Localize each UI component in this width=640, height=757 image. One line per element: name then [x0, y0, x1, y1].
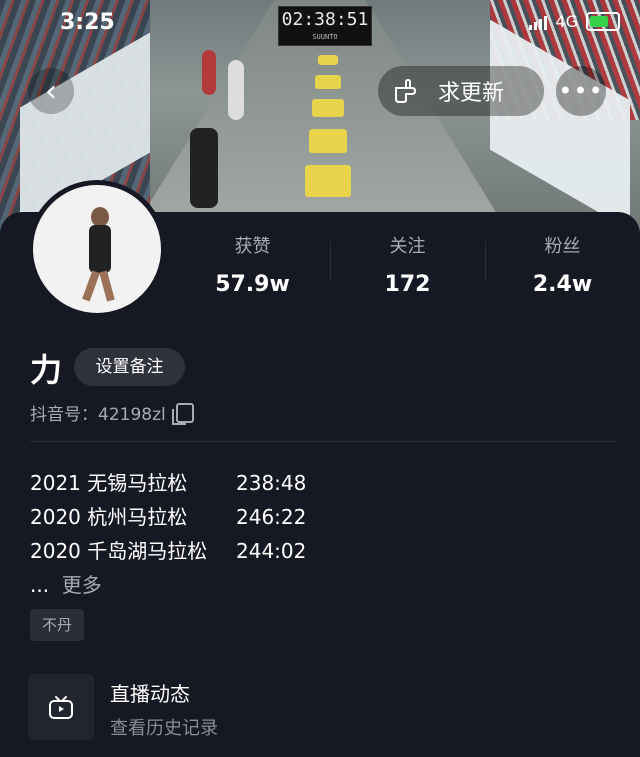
stat-label: 粉丝 — [544, 236, 581, 257]
tv-icon — [49, 696, 73, 719]
more-dots-icon: ••• — [558, 77, 604, 105]
douyin-id: 抖音号：42198zl — [30, 400, 194, 425]
battery-icon — [586, 12, 620, 31]
douyin-id-value: 42198zl — [98, 405, 166, 425]
set-remark-button[interactable]: 设置备注 — [74, 348, 185, 386]
chevron-left-icon: ‹ — [45, 73, 57, 109]
stat-label: 获赞 — [234, 236, 271, 257]
stat-value: 57.9w — [215, 272, 290, 297]
bio-line: 2020 杭州马拉松 246:22 — [30, 500, 306, 534]
copy-icon[interactable] — [171, 402, 194, 425]
live-activity-card[interactable]: 直播动态 查看历史记录 — [28, 674, 618, 740]
network-type: 4G — [555, 12, 578, 31]
douyin-id-label: 抖音号： — [30, 405, 98, 425]
status-indicators: 4G — [529, 12, 620, 31]
bio-time: 246:22 — [236, 505, 307, 529]
stat-value: 2.4w — [532, 272, 593, 297]
profile-stats: 获赞 57.9w 关注 172 粉丝 2.4w — [175, 232, 640, 297]
live-icon-box — [28, 674, 94, 740]
pointing-hand-icon — [395, 78, 417, 103]
stat-label: 关注 — [389, 236, 426, 257]
bio-more-link[interactable]: 更多 — [62, 568, 102, 602]
bio-ellipsis: ... — [30, 573, 50, 597]
bio-more-row[interactable]: ... 更多 — [30, 568, 306, 602]
more-options-button[interactable]: ••• — [556, 66, 606, 116]
bio-race: 2021 无锡马拉松 — [30, 471, 188, 495]
divider — [30, 441, 616, 442]
request-update-button[interactable]: 求更新 — [378, 66, 544, 116]
profile-bio: 2021 无锡马拉松 238:48 2020 杭州马拉松 246:22 2020… — [30, 466, 306, 602]
bio-time: 244:02 — [236, 539, 307, 563]
stat-value: 172 — [384, 272, 431, 297]
back-button[interactable]: ‹ — [28, 68, 74, 114]
bio-time: 238:48 — [236, 471, 307, 495]
status-time: 3:25 — [60, 10, 115, 35]
bio-race: 2020 千岛湖马拉松 — [30, 539, 208, 563]
profile-tag[interactable]: 不丹 — [30, 609, 84, 641]
signal-icon — [529, 14, 548, 30]
profile-name: 力 — [30, 351, 63, 389]
bio-line: 2020 千岛湖马拉松 244:02 — [30, 534, 306, 568]
race-clock: 02:38:51 SUUNTO — [278, 6, 372, 46]
avatar[interactable] — [28, 180, 166, 318]
live-card-title: 直播动态 — [110, 682, 190, 706]
request-update-label: 求更新 — [438, 81, 505, 106]
stat-following[interactable]: 关注 172 — [330, 232, 485, 297]
stat-followers[interactable]: 粉丝 2.4w — [485, 232, 640, 297]
bio-race: 2020 杭州马拉松 — [30, 505, 188, 529]
bio-line: 2021 无锡马拉松 238:48 — [30, 466, 306, 500]
stat-likes[interactable]: 获赞 57.9w — [175, 232, 330, 297]
live-card-subtitle: 查看历史记录 — [110, 718, 218, 739]
